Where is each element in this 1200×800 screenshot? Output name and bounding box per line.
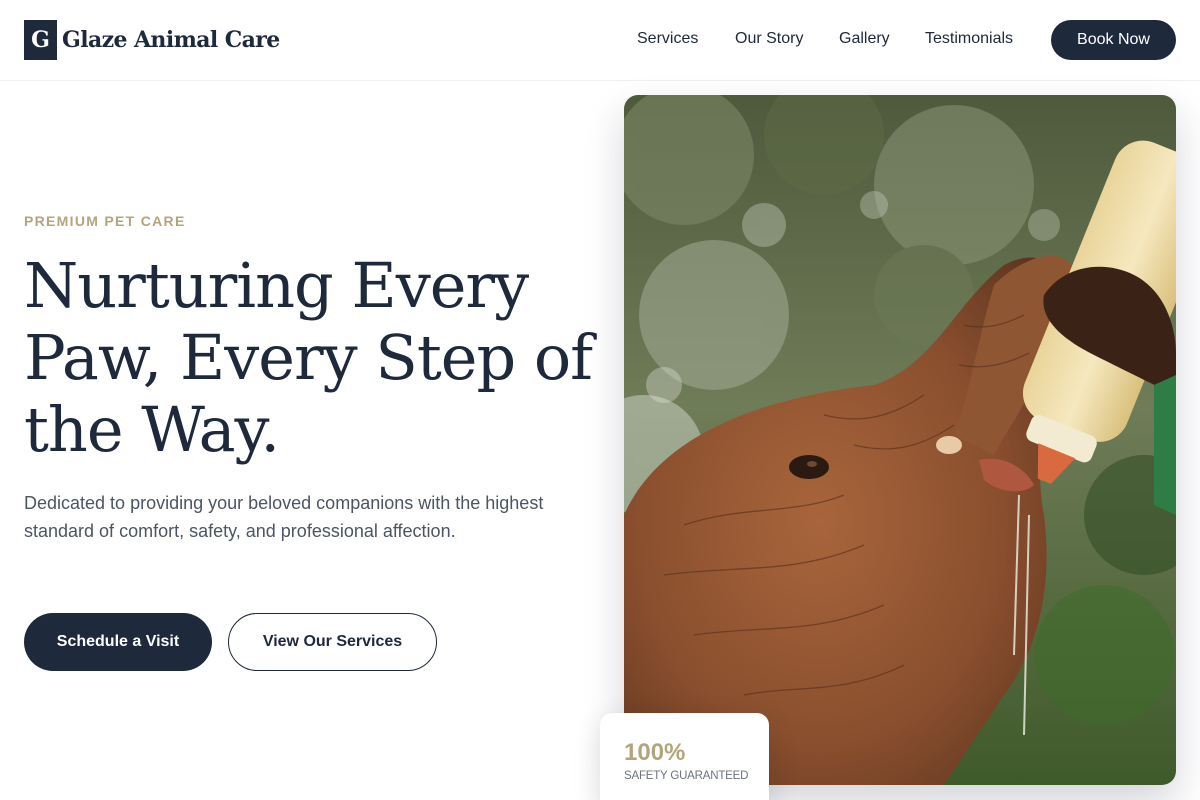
stat-label: SAFETY GUARANTEED (624, 770, 749, 782)
safety-stat-card: 100% SAFETY GUARANTEED (600, 713, 769, 800)
schedule-visit-button[interactable]: Schedule a Visit (24, 613, 212, 671)
nav-link-our-story[interactable]: Our Story (735, 30, 803, 48)
hero-subtext: Dedicated to providing your beloved comp… (24, 493, 544, 541)
hero-eyebrow: PREMIUM PET CARE (24, 213, 186, 229)
brand-logo[interactable]: G Glaze Animal Care (24, 20, 280, 60)
logo-mark: G (24, 20, 57, 60)
nav-link-services[interactable]: Services (637, 30, 698, 48)
nav-link-gallery[interactable]: Gallery (839, 30, 890, 48)
view-services-button[interactable]: View Our Services (228, 613, 437, 671)
site-header: G Glaze Animal Care Services Our Story G… (0, 0, 1200, 81)
stat-value: 100% (624, 739, 686, 766)
book-now-button[interactable]: Book Now (1051, 20, 1176, 60)
hero-headline: Nurturing Every Paw, Every Step of the W… (24, 249, 593, 466)
brand-name: Glaze Animal Care (62, 27, 280, 53)
nav-link-testimonials[interactable]: Testimonials (925, 30, 1013, 48)
hero-elephant-image (624, 95, 1176, 785)
